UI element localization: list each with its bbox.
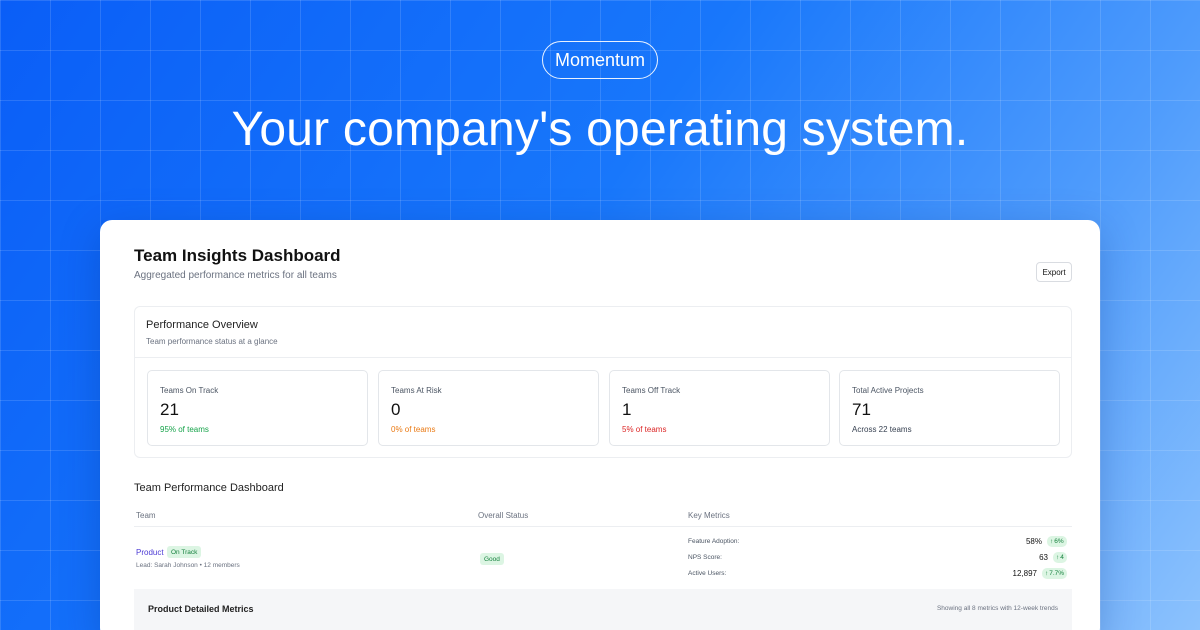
headline: Your company's operating system. bbox=[231, 103, 969, 156]
team-status-badge: On Track bbox=[167, 546, 202, 558]
performance-overview: Performance Overview Team performance st… bbox=[134, 306, 1072, 458]
team-lead: Lead: Sarah Johnson • 12 members bbox=[136, 562, 240, 569]
trend-badge: ↑ 6% bbox=[1047, 536, 1067, 547]
dashboard-card: Team Insights Dashboard Aggregated perfo… bbox=[100, 220, 1100, 630]
stat-value: 0 bbox=[391, 400, 401, 419]
team-table-title: Team Performance Dashboard bbox=[134, 482, 284, 494]
arrow-up-icon: ↑ bbox=[1056, 554, 1060, 561]
metric-value: 58% bbox=[1025, 537, 1042, 546]
column-header-status: Overall Status bbox=[478, 511, 529, 520]
trend-value: 7.7% bbox=[1049, 570, 1065, 577]
stat-note: 95% of teams bbox=[160, 425, 209, 434]
overall-status-badge: Good bbox=[480, 553, 504, 565]
column-header-metrics: Key Metrics bbox=[688, 511, 730, 520]
stat-note: Across 22 teams bbox=[852, 425, 912, 434]
stat-label: Total Active Projects bbox=[852, 386, 924, 395]
stat-value: 21 bbox=[160, 400, 179, 419]
arrow-up-icon: ↑ bbox=[1050, 538, 1054, 545]
header-divider bbox=[134, 526, 1072, 527]
stat-card-off-track: Teams Off Track 1 5% of teams bbox=[609, 370, 830, 446]
trend-value: 6% bbox=[1054, 538, 1064, 545]
stat-card-active-projects: Total Active Projects 71 Across 22 teams bbox=[839, 370, 1060, 446]
metric-label: Feature Adoption: bbox=[688, 538, 740, 545]
detail-metrics-panel: Product Detailed Metrics Showing all 8 m… bbox=[134, 589, 1072, 630]
metric-value: 12,897 bbox=[1012, 569, 1037, 578]
stat-note: 0% of teams bbox=[391, 425, 436, 434]
metric-label: Active Users: bbox=[688, 570, 727, 577]
brand-badge: Momentum bbox=[542, 41, 658, 79]
dashboard-title: Team Insights Dashboard bbox=[134, 246, 341, 265]
team-link-product[interactable]: Product bbox=[136, 548, 164, 557]
trend-badge: ↑ 7.7% bbox=[1042, 568, 1068, 579]
column-header-team: Team bbox=[136, 511, 156, 520]
stat-card-on-track: Teams On Track 21 95% of teams bbox=[147, 370, 368, 446]
stat-note: 5% of teams bbox=[622, 425, 667, 434]
arrow-up-icon: ↑ bbox=[1045, 570, 1049, 577]
divider bbox=[135, 357, 1071, 358]
trend-badge: ↑ 4 bbox=[1053, 552, 1067, 563]
stat-value: 1 bbox=[622, 400, 632, 419]
detail-title: Product Detailed Metrics bbox=[148, 604, 254, 614]
stat-label: Teams Off Track bbox=[622, 386, 681, 395]
dashboard-subtitle: Aggregated performance metrics for all t… bbox=[134, 270, 337, 281]
export-button[interactable]: Export bbox=[1036, 262, 1072, 282]
stat-label: Teams At Risk bbox=[391, 386, 442, 395]
overview-title: Performance Overview bbox=[146, 319, 258, 331]
stat-value: 71 bbox=[852, 400, 871, 419]
overview-subtitle: Team performance status at a glance bbox=[146, 337, 278, 346]
stat-label: Teams On Track bbox=[160, 386, 219, 395]
trend-value: 4 bbox=[1060, 554, 1064, 561]
metric-value: 63 bbox=[1039, 553, 1048, 562]
metric-label: NPS Score: bbox=[688, 554, 722, 561]
stat-card-at-risk: Teams At Risk 0 0% of teams bbox=[378, 370, 599, 446]
detail-note: Showing all 8 metrics with 12-week trend… bbox=[936, 605, 1058, 612]
